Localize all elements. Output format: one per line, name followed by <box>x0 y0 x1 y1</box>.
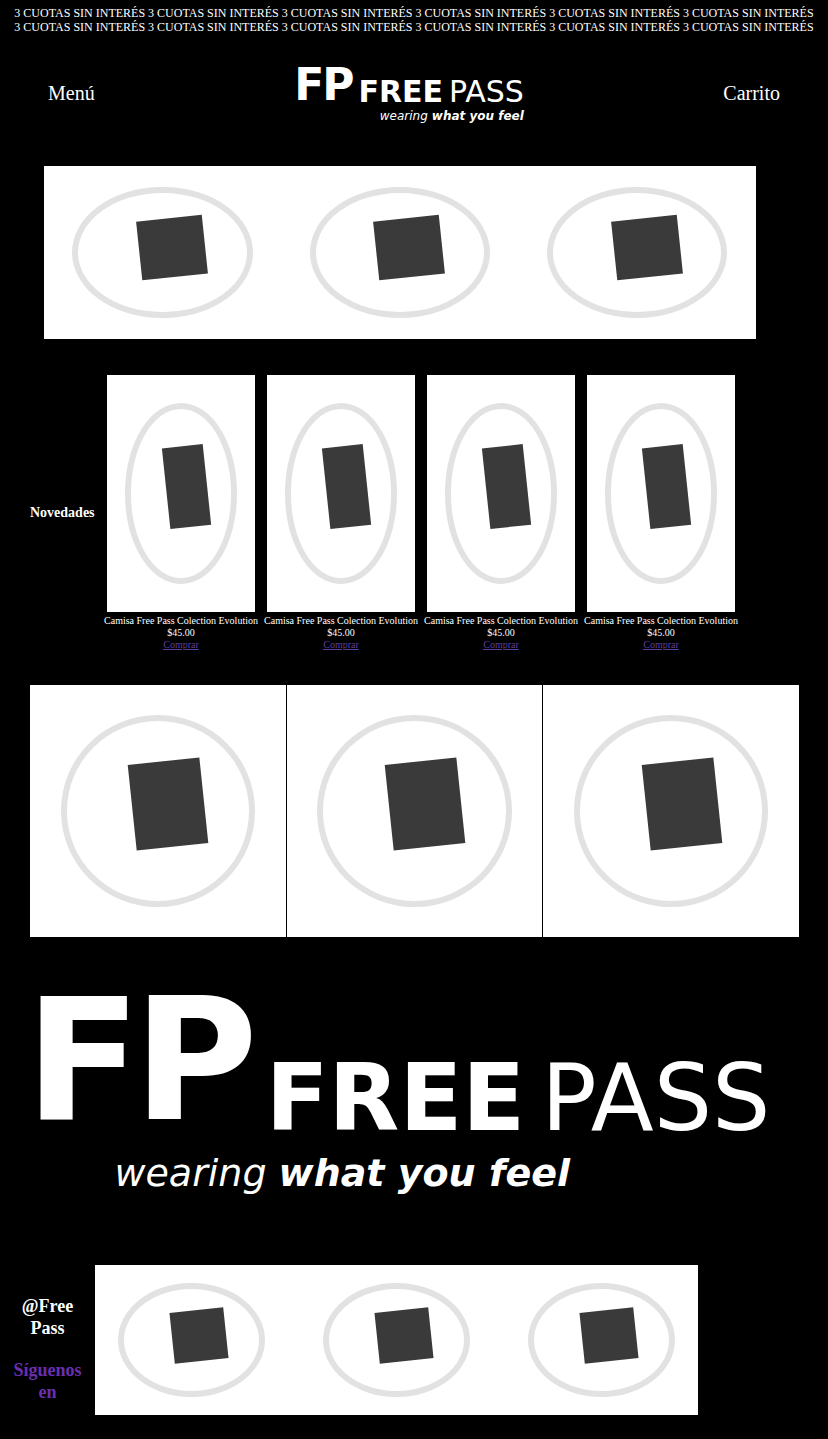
product-price: $45.00 <box>167 627 195 639</box>
banner-picture <box>281 166 518 339</box>
banner[interactable] <box>44 166 756 339</box>
section-title: Novedades <box>0 375 107 521</box>
picture-tile <box>136 215 208 280</box>
product-card[interactable]: Camisa Free Pass Colection Evolution$45.… <box>267 375 415 651</box>
gallery-picture[interactable] <box>287 685 543 937</box>
picture-tile <box>580 1307 639 1363</box>
logo-row: FPFREEPASS <box>294 63 524 107</box>
tagline-part: what you feel <box>432 109 524 123</box>
product-name: Camisa Free Pass Colection Evolution <box>104 615 258 627</box>
product-image[interactable] <box>587 375 735 612</box>
product-price: $45.00 <box>327 627 355 639</box>
product-price: $45.00 <box>487 627 515 639</box>
logo[interactable]: FPFREEPASS wearing what you feel <box>294 63 524 123</box>
product-image[interactable] <box>267 375 415 612</box>
social-handle[interactable]: @Free Pass <box>6 1295 89 1339</box>
gallery-picture[interactable] <box>30 685 286 937</box>
picture-tile <box>322 444 372 528</box>
buy-link[interactable]: Comprar <box>323 639 359 651</box>
product-name: Camisa Free Pass Colection Evolution <box>424 615 578 627</box>
product-card[interactable]: Camisa Free Pass Colection Evolution$45.… <box>107 375 255 651</box>
tagline-part: wearing <box>114 1151 266 1195</box>
picture-tile <box>128 757 208 850</box>
header: Menú FPFREEPASS wearing what you feel Carrit… <box>0 34 828 128</box>
product-image[interactable] <box>107 375 255 612</box>
gallery-picture[interactable] <box>543 685 799 937</box>
big-logo: FPFREEPASS wearing what you feel <box>25 975 570 1195</box>
footer: @Free Pass Síguenos en <box>0 1265 828 1415</box>
buy-link[interactable]: Comprar <box>643 639 679 651</box>
picture-tile <box>641 757 721 850</box>
logo-mark: FP <box>294 63 352 107</box>
buy-link[interactable]: Comprar <box>163 639 199 651</box>
page: 3 CUOTAS SIN INTERÉS 3 CUOTAS SIN INTERÉ… <box>0 0 828 1439</box>
picture-tile <box>611 215 683 280</box>
logo-name: FREE <box>358 77 443 107</box>
logo-name: PASS <box>449 77 524 107</box>
picture-tile <box>162 444 212 528</box>
picture-tile <box>482 444 532 528</box>
gallery <box>30 685 799 937</box>
logo-tagline: wearing what you feel <box>114 1151 570 1195</box>
logo-tagline: wearing what you feel <box>380 109 524 123</box>
feed-picture[interactable] <box>300 1265 493 1415</box>
follow-label[interactable]: Síguenos en <box>6 1359 89 1403</box>
picture-tile <box>642 444 692 528</box>
picture-tile <box>375 1307 434 1363</box>
banner-picture <box>44 166 281 339</box>
picture-tile <box>385 757 465 850</box>
cart-link[interactable]: Carrito <box>723 82 780 105</box>
announcement-bar: 3 CUOTAS SIN INTERÉS 3 CUOTAS SIN INTERÉ… <box>0 0 828 34</box>
picture-tile <box>373 215 445 280</box>
product-card[interactable]: Camisa Free Pass Colection Evolution$45.… <box>427 375 575 651</box>
feed-picture[interactable] <box>95 1265 288 1415</box>
buy-link[interactable]: Comprar <box>483 639 519 651</box>
logo-name: FREE <box>266 1053 525 1145</box>
tagline-part: what you feel <box>279 1151 570 1195</box>
product-price: $45.00 <box>647 627 675 639</box>
novedades-section: NovedadesCamisa Free Pass Colection Evol… <box>0 375 828 651</box>
banner-picture <box>519 166 756 339</box>
menu-link[interactable]: Menú <box>48 82 95 105</box>
product-name: Camisa Free Pass Colection Evolution <box>584 615 738 627</box>
social-block: @Free Pass Síguenos en <box>0 1265 95 1415</box>
logo-mark: FP <box>25 975 250 1145</box>
feed-picture[interactable] <box>505 1265 698 1415</box>
tagline-part: wearing <box>380 109 428 123</box>
product-list: Camisa Free Pass Colection Evolution$45.… <box>107 375 735 651</box>
logo-name: PASS <box>541 1053 770 1145</box>
picture-tile <box>170 1307 229 1363</box>
logo-row: FPFREEPASS <box>25 975 570 1145</box>
product-card[interactable]: Camisa Free Pass Colection Evolution$45.… <box>587 375 735 651</box>
product-name: Camisa Free Pass Colection Evolution <box>264 615 418 627</box>
social-feed <box>95 1265 698 1415</box>
product-image[interactable] <box>427 375 575 612</box>
